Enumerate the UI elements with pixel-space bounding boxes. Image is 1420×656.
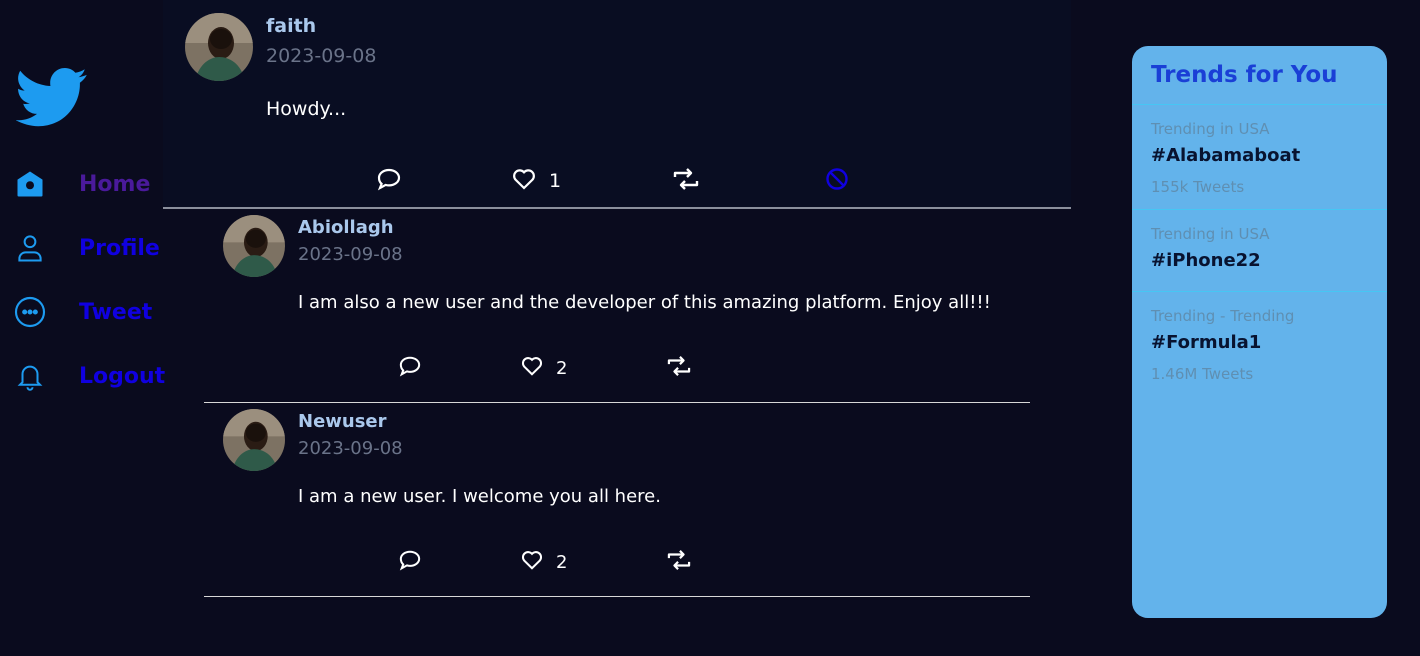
tweet-author[interactable]: faith	[266, 15, 316, 37]
sidebar-item-label: Logout	[79, 363, 166, 389]
like-button[interactable]: 1	[511, 167, 561, 195]
heart-icon	[520, 355, 544, 381]
like-count: 2	[556, 551, 568, 573]
block-button[interactable]	[825, 167, 849, 195]
retweet-icon	[666, 549, 692, 575]
trends-panel: Trends for You Trending in USA #Alabamab…	[1132, 46, 1387, 618]
comment-icon	[376, 167, 402, 195]
heart-icon	[520, 549, 544, 575]
sidebar-item-home[interactable]: Home	[13, 164, 163, 204]
trend-tag[interactable]: #Formula1	[1151, 332, 1261, 353]
trend-count: 1.46M Tweets	[1151, 365, 1254, 383]
like-button[interactable]: 2	[520, 549, 567, 575]
trends-title: Trends for You	[1151, 62, 1338, 88]
sidebar-item-profile[interactable]: Profile	[13, 228, 163, 268]
retweet-icon	[672, 167, 700, 195]
trend-tag[interactable]: #iPhone22	[1151, 250, 1261, 271]
tweet-text: I am also a new user and the developer o…	[298, 292, 991, 313]
main-tweet: faith 2023-09-08 Howdy... 1	[163, 0, 1071, 209]
sidebar-item-label: Home	[79, 171, 151, 197]
retweet-button[interactable]	[672, 167, 700, 195]
feed: faith 2023-09-08 Howdy... 1 Abiollagh 20…	[163, 0, 1071, 656]
reply-tweet: Newuser 2023-09-08 I am a new user. I we…	[204, 403, 1030, 597]
avatar[interactable]	[223, 409, 285, 471]
bell-icon	[13, 359, 47, 393]
sidebar: Home Profile Tweet Logout	[0, 0, 166, 656]
retweet-icon	[666, 355, 692, 381]
block-icon	[825, 167, 849, 195]
comment-icon	[398, 549, 422, 575]
like-count: 1	[549, 170, 562, 192]
trend-meta: Trending - Trending	[1151, 307, 1295, 325]
reply-tweet: Abiollagh 2023-09-08 I am also a new use…	[204, 209, 1030, 403]
like-button[interactable]: 2	[520, 355, 567, 381]
tweet-text: I am a new user. I welcome you all here.	[298, 486, 661, 507]
trend-meta: Trending in USA	[1151, 225, 1270, 243]
sidebar-item-logout[interactable]: Logout	[13, 356, 166, 396]
app-root: Home Profile Tweet Logout faith 2023-09-…	[0, 0, 1420, 656]
user-icon	[13, 231, 47, 265]
comment-button[interactable]	[398, 355, 422, 381]
sidebar-item-tweet[interactable]: Tweet	[13, 292, 163, 332]
tweet-author[interactable]: Abiollagh	[298, 217, 394, 238]
trend-item[interactable]: Trending in USA #Alabamaboat 155k Tweets	[1132, 104, 1387, 209]
sidebar-item-label: Tweet	[79, 299, 153, 325]
tweet-text: Howdy...	[266, 98, 347, 120]
avatar[interactable]	[185, 13, 253, 81]
comment-button[interactable]	[376, 167, 402, 195]
heart-icon	[511, 167, 537, 195]
like-count: 2	[556, 357, 568, 379]
home-icon	[13, 167, 47, 201]
trend-count: 155k Tweets	[1151, 178, 1245, 196]
retweet-button[interactable]	[666, 549, 692, 575]
trend-item[interactable]: Trending - Trending #Formula1 1.46M Twee…	[1132, 291, 1387, 401]
trend-tag[interactable]: #Alabamaboat	[1151, 145, 1300, 166]
avatar[interactable]	[223, 215, 285, 277]
comment-icon	[398, 355, 422, 381]
trend-meta: Trending in USA	[1151, 120, 1270, 138]
comment-button[interactable]	[398, 549, 422, 575]
tweet-date: 2023-09-08	[298, 244, 403, 265]
tweet-date: 2023-09-08	[298, 438, 403, 459]
twitter-bird-icon[interactable]	[15, 68, 88, 128]
trend-item[interactable]: Trending in USA #iPhone22	[1132, 209, 1387, 291]
sidebar-item-label: Profile	[79, 235, 160, 261]
retweet-button[interactable]	[666, 355, 692, 381]
tweet-author[interactable]: Newuser	[298, 411, 387, 432]
tweet-date: 2023-09-08	[266, 45, 377, 67]
more-icon	[13, 295, 47, 329]
